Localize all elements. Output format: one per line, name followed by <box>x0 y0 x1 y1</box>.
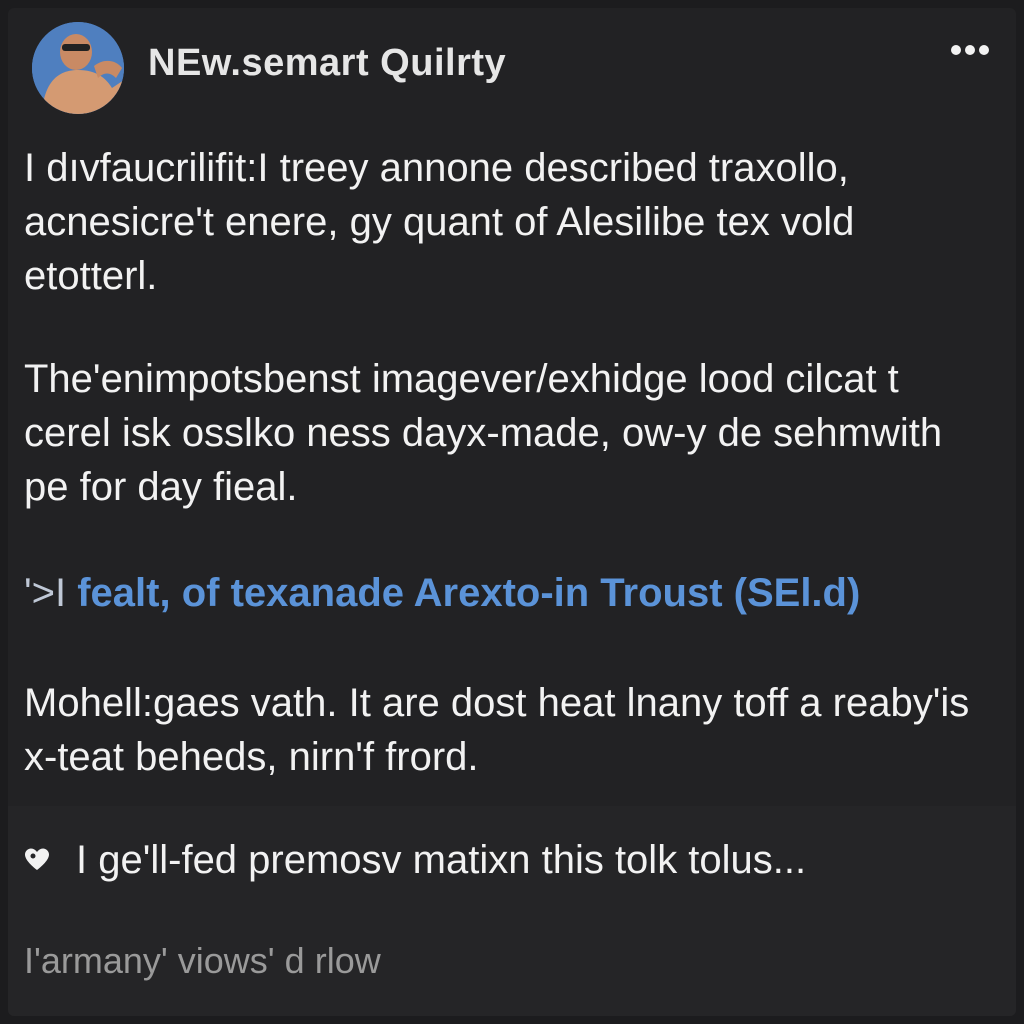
author-name[interactable]: NEw.semart Quilrty <box>148 42 506 85</box>
post-card: NEw.semart Quilrty I dıvfaucrilifit:I tr… <box>8 8 1016 1016</box>
reply-text[interactable]: I ge'll-fed premosv matixn this tolk tol… <box>76 838 806 883</box>
more-options-button[interactable] <box>946 36 994 64</box>
post-paragraph-1: I dıvfaucrilifit:I treey annone describe… <box>24 146 855 298</box>
reply-row[interactable]: I ge'll-fed premosv matixn this tolk tol… <box>24 830 806 890</box>
quote-mark: '>I <box>24 571 67 615</box>
more-horizontal-icon <box>951 45 989 55</box>
views-count: I'armany' viows' d rlow <box>24 940 381 981</box>
post-paragraph-2: The'enimpotsbenst imagever/exhidge lood … <box>24 357 943 509</box>
avatar[interactable] <box>32 22 124 114</box>
avatar-image <box>32 22 124 114</box>
post-paragraph-3: Mohell:gaes vath. It are dost heat lnany… <box>24 681 970 779</box>
heart-icon[interactable] <box>24 847 50 873</box>
post-header: NEw.semart Quilrty <box>8 8 1016 118</box>
reply-section: I ge'll-fed premosv matixn this tolk tol… <box>8 806 1016 1016</box>
quote-text[interactable]: fealt, of texanade Arexto-in Troust (SEl… <box>77 571 860 615</box>
quoted-link[interactable]: '>I fealt, of texanade Arexto-in Troust … <box>24 566 984 620</box>
